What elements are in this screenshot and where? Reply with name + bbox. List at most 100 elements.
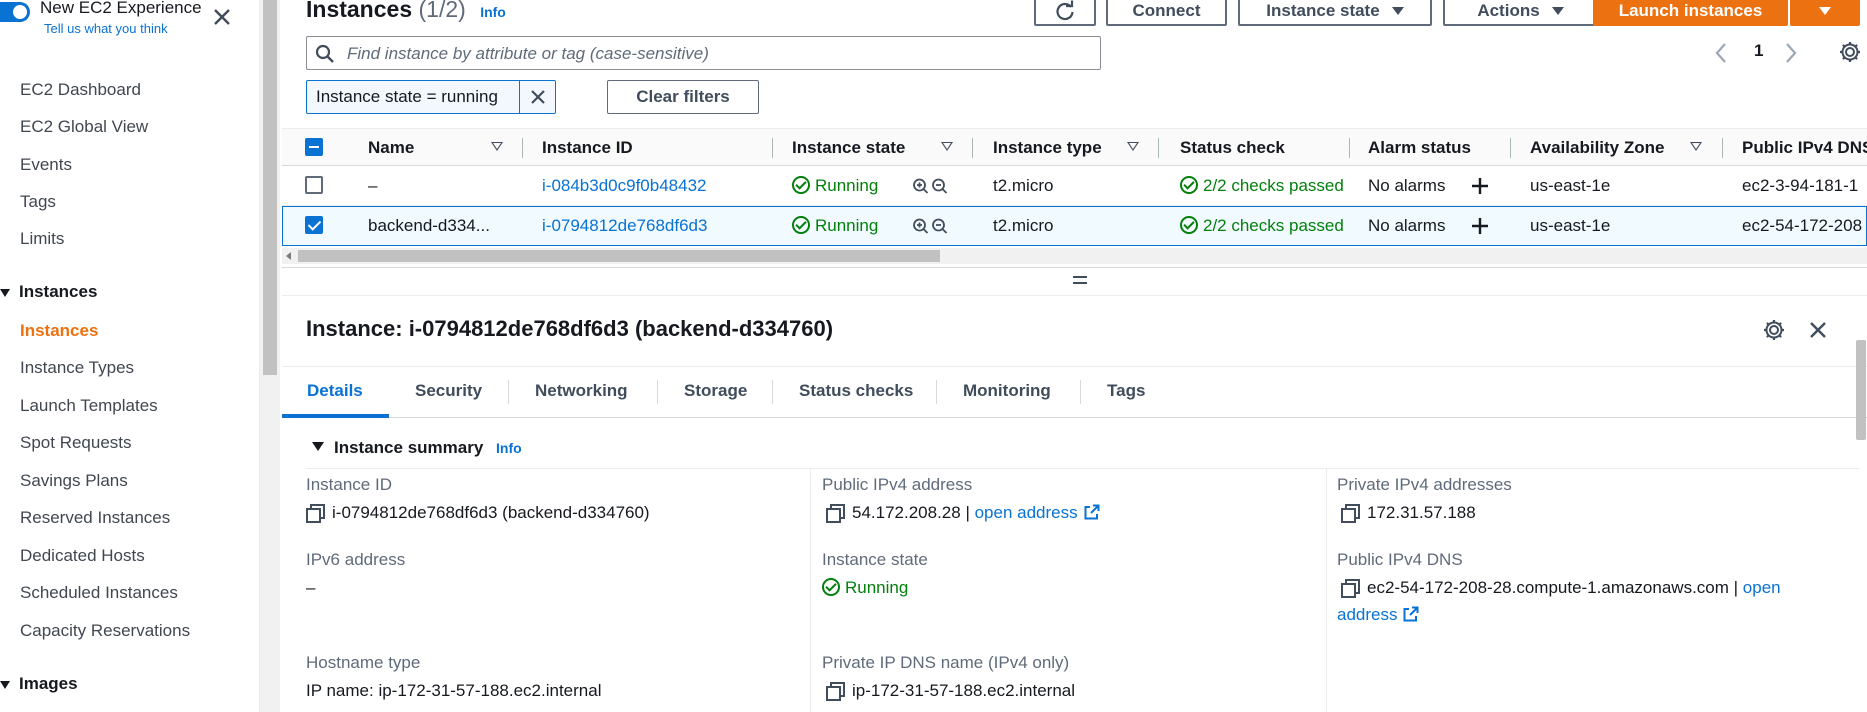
sidebar-section-images[interactable]: Images bbox=[0, 674, 78, 694]
column-header-availability-zone[interactable]: Availability Zone bbox=[1530, 138, 1664, 158]
sidebar-item-dedicated-hosts[interactable]: Dedicated Hosts bbox=[20, 546, 145, 566]
column-header-name[interactable]: Name bbox=[368, 138, 414, 158]
chevron-left-icon[interactable] bbox=[1714, 42, 1728, 64]
column-divider[interactable] bbox=[1158, 138, 1159, 158]
clear-filters-button[interactable]: Clear filters bbox=[607, 80, 759, 114]
close-icon[interactable] bbox=[211, 6, 233, 28]
column-header-status-check[interactable]: Status check bbox=[1180, 138, 1285, 158]
instance-summary-header[interactable]: Instance summary Info bbox=[312, 438, 522, 458]
column-header-public-ipv4-dns[interactable]: Public IPv4 DNS bbox=[1742, 138, 1867, 158]
select-all-checkbox[interactable] bbox=[305, 138, 323, 156]
copy-icon[interactable] bbox=[306, 504, 325, 523]
launch-instances-button-label: Launch instances bbox=[1618, 1, 1763, 20]
cell-status-check[interactable]: 2/2 checks passed bbox=[1180, 176, 1344, 196]
launch-instances-dropdown[interactable] bbox=[1790, 0, 1860, 26]
sidebar-item-scheduled-instances[interactable]: Scheduled Instances bbox=[20, 583, 178, 603]
sidebar-item-spot-requests[interactable]: Spot Requests bbox=[20, 433, 132, 453]
connect-button[interactable]: Connect bbox=[1106, 0, 1227, 26]
sort-icon[interactable] bbox=[1127, 142, 1139, 151]
sidebar-item-instances[interactable]: Instances bbox=[20, 321, 98, 341]
chevron-right-icon[interactable] bbox=[1784, 42, 1798, 64]
sidebar-item-launch-templates[interactable]: Launch Templates bbox=[20, 396, 158, 416]
open-address-link[interactable]: open address bbox=[975, 503, 1078, 522]
public-dns-open-link-cont[interactable]: address bbox=[1337, 605, 1419, 625]
close-icon[interactable] bbox=[529, 88, 547, 106]
search-input[interactable]: Find instance by attribute or tag (case-… bbox=[306, 36, 1101, 70]
close-icon[interactable] bbox=[1808, 320, 1828, 340]
details-title: Instance: i-0794812de768df6d3 (backend-d… bbox=[306, 316, 834, 341]
tab-security[interactable]: Security bbox=[415, 381, 482, 401]
sort-icon[interactable] bbox=[941, 142, 953, 151]
refresh-button[interactable] bbox=[1034, 0, 1096, 26]
column-divider[interactable] bbox=[972, 138, 973, 158]
cell-instance-id-link[interactable]: i-0794812de768df6d3 bbox=[542, 216, 707, 236]
column-header-instance-type[interactable]: Instance type bbox=[993, 138, 1102, 158]
pagination: 1 bbox=[1714, 40, 1864, 66]
plus-icon[interactable] bbox=[1470, 215, 1490, 237]
external-link-icon[interactable] bbox=[1084, 504, 1100, 520]
private-ipv4-label: Private IPv4 addresses bbox=[1337, 475, 1512, 494]
copy-icon[interactable] bbox=[1341, 504, 1360, 523]
public-dns-open-link[interactable]: open bbox=[1743, 578, 1781, 597]
split-panel-divider[interactable] bbox=[282, 267, 1867, 296]
tab-details[interactable]: Details bbox=[307, 381, 363, 401]
sidebar-item-tags[interactable]: Tags bbox=[20, 192, 56, 212]
sidebar-item-instance-types[interactable]: Instance Types bbox=[20, 358, 134, 378]
copy-icon[interactable] bbox=[1341, 579, 1360, 598]
filter-token[interactable]: Instance state = running bbox=[306, 80, 556, 114]
plus-icon[interactable] bbox=[1470, 175, 1490, 197]
copy-icon[interactable] bbox=[826, 682, 845, 701]
tab-networking[interactable]: Networking bbox=[535, 381, 628, 401]
zoom-in-out-icon[interactable] bbox=[912, 217, 950, 237]
table-row-selected[interactable]: backend-d334... i-0794812de768df6d3 Runn… bbox=[282, 206, 1867, 246]
column-header-instance-state[interactable]: Instance state bbox=[792, 138, 905, 158]
column-divider[interactable] bbox=[1510, 138, 1511, 158]
column-header-instance-id[interactable]: Instance ID bbox=[542, 138, 633, 158]
drag-handle-icon[interactable] bbox=[1072, 274, 1088, 286]
sidebar-item-reserved-instances[interactable]: Reserved Instances bbox=[20, 508, 170, 528]
cell-name: – bbox=[368, 176, 378, 195]
cell-status-check[interactable]: 2/2 checks passed bbox=[1180, 216, 1344, 236]
info-link[interactable]: Info bbox=[496, 440, 522, 456]
page-number[interactable]: 1 bbox=[1754, 41, 1763, 61]
column-header-alarm-status[interactable]: Alarm status bbox=[1368, 138, 1471, 158]
tab-storage[interactable]: Storage bbox=[684, 381, 747, 401]
sort-icon[interactable] bbox=[491, 142, 503, 151]
column-divider[interactable] bbox=[772, 138, 773, 158]
tab-tags[interactable]: Tags bbox=[1107, 381, 1145, 401]
settings-gear-icon[interactable] bbox=[1838, 40, 1862, 64]
public-ipv4-value: 54.172.208.28 | open address bbox=[826, 503, 1100, 523]
table-scrollbar-thumb[interactable] bbox=[298, 250, 940, 262]
details-scrollbar-thumb[interactable] bbox=[1856, 340, 1866, 440]
sidebar-item-ec2-dashboard[interactable]: EC2 Dashboard bbox=[20, 80, 141, 100]
tab-monitoring[interactable]: Monitoring bbox=[963, 381, 1051, 401]
zoom-in-out-icon[interactable] bbox=[912, 177, 950, 197]
sidebar-section-instances[interactable]: Instances bbox=[0, 282, 97, 302]
sidebar-item-savings-plans[interactable]: Savings Plans bbox=[20, 471, 128, 491]
column-divider[interactable] bbox=[1349, 138, 1350, 158]
new-experience-toggle[interactable] bbox=[0, 2, 30, 22]
cell-instance-id-link[interactable]: i-084b3d0c9f0b48432 bbox=[542, 176, 706, 196]
column-divider[interactable] bbox=[522, 138, 523, 158]
external-link-icon[interactable] bbox=[1403, 606, 1419, 622]
sidebar-item-ec2-global-view[interactable]: EC2 Global View bbox=[20, 117, 148, 137]
sort-icon[interactable] bbox=[1690, 142, 1702, 151]
sidebar-item-capacity-reservations[interactable]: Capacity Reservations bbox=[20, 621, 190, 641]
actions-button[interactable]: Actions bbox=[1443, 0, 1598, 26]
feedback-link[interactable]: Tell us what you think bbox=[44, 21, 168, 36]
scroll-left-arrow-icon[interactable] bbox=[286, 252, 291, 260]
row-checkbox[interactable] bbox=[305, 216, 323, 234]
instance-state-button[interactable]: Instance state bbox=[1238, 0, 1432, 26]
tab-status-checks[interactable]: Status checks bbox=[799, 381, 913, 401]
info-link[interactable]: Info bbox=[480, 4, 506, 20]
table-row[interactable]: – i-084b3d0c9f0b48432 Running t2.micro 2… bbox=[282, 166, 1867, 206]
copy-icon[interactable] bbox=[826, 504, 845, 523]
table-horizontal-scrollbar[interactable] bbox=[282, 248, 1867, 264]
launch-instances-button[interactable]: Launch instances bbox=[1593, 0, 1788, 26]
sidebar-item-events[interactable]: Events bbox=[20, 155, 72, 175]
settings-gear-icon[interactable] bbox=[1762, 318, 1786, 342]
column-divider[interactable] bbox=[1722, 138, 1723, 158]
sidebar-scrollbar-thumb[interactable] bbox=[263, 0, 277, 375]
row-checkbox[interactable] bbox=[305, 176, 323, 194]
sidebar-item-limits[interactable]: Limits bbox=[20, 229, 64, 249]
